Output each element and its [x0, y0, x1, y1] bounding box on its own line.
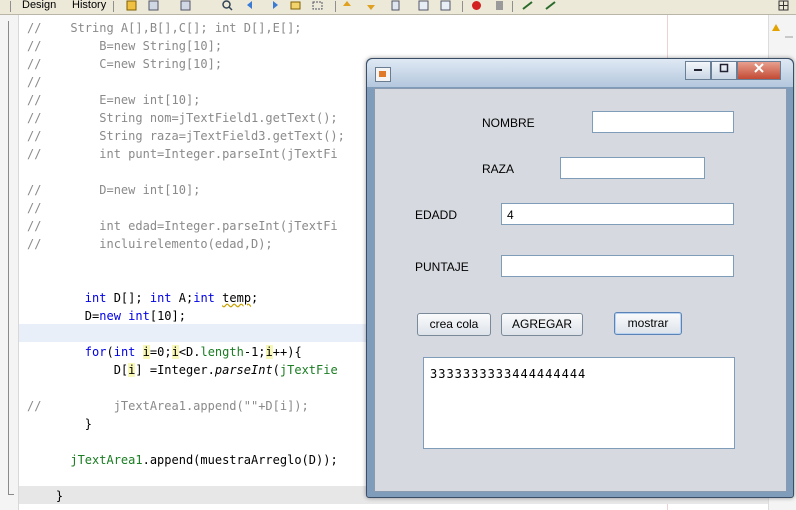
find-next-icon[interactable] [268, 0, 279, 11]
stripe-mark[interactable] [785, 36, 793, 38]
toggle-highlight-icon[interactable] [290, 0, 301, 11]
toolbar-separator [10, 1, 11, 12]
code-line: // String raza=jTextField3.getText(); [27, 129, 345, 143]
commented-code-block: // String A[],B[],C[]; int D[],E[]; // B… [27, 19, 345, 253]
close-icon [754, 63, 764, 73]
active-code-block: int D[]; int A;int temp; D=new int[10]; … [27, 289, 338, 505]
code-line: // D=new int[10]; [27, 183, 201, 197]
code-line: // C=new String[10]; [27, 57, 223, 71]
code-line: } [27, 489, 64, 503]
toolbar-separator [113, 1, 114, 12]
split-icon[interactable] [778, 0, 789, 11]
code-line: // String A[],B[],C[]; int D[],E[]; [27, 21, 302, 35]
code-line: // jTextArea1.append(""+D[i]); [27, 399, 309, 413]
java-app-icon[interactable] [375, 67, 391, 82]
back-icon[interactable] [126, 0, 137, 11]
stop-icon[interactable] [494, 0, 505, 11]
editor-gutter [0, 15, 19, 510]
close-button[interactable] [737, 61, 781, 80]
search-icon[interactable] [222, 0, 233, 11]
agregar-button[interactable]: AGREGAR [501, 313, 583, 336]
forward-icon[interactable] [148, 0, 159, 11]
code-line: jTextArea1.append(muestraArreglo(D)); [70, 453, 338, 467]
code-line: // E=new int[10]; [27, 93, 201, 107]
code-line: // [27, 75, 42, 89]
code-line: // int edad=Integer.parseInt(jTextFi [27, 219, 338, 233]
fold-guide [8, 21, 9, 495]
warning-icon[interactable] [772, 24, 780, 31]
output-textarea[interactable]: 3333333333444444444 [423, 357, 735, 449]
maximize-icon [719, 63, 729, 73]
toolbar-separator [462, 1, 463, 12]
code-line: // String nom=jTextField1.getText(); [27, 111, 338, 125]
comment-icon[interactable] [522, 0, 533, 11]
code-line: D[i] =Integer.parseInt(jTextFie [27, 363, 338, 377]
record-icon[interactable] [471, 0, 482, 11]
app-window: NOMBRE RAZA EDADD 4 PUNTAJE crea cola AG… [366, 58, 794, 498]
fold-guide-end [8, 494, 14, 495]
editor-toolbar: Design History [0, 0, 796, 15]
window-titlebar[interactable] [367, 59, 793, 87]
edad-field[interactable]: 4 [501, 203, 734, 225]
bookmark-icon[interactable] [390, 0, 401, 11]
toggle-selection-icon[interactable] [312, 0, 323, 11]
code-line: D=new int[10]; [27, 309, 186, 323]
code-line: } [27, 417, 93, 431]
puntaje-label: PUNTAJE [415, 260, 469, 274]
tab-history[interactable]: History [72, 0, 106, 12]
shift-right-icon[interactable] [366, 0, 377, 11]
raza-field[interactable] [560, 157, 705, 179]
toolbar-separator [512, 1, 513, 12]
form-panel: NOMBRE RAZA EDADD 4 PUNTAJE crea cola AG… [374, 88, 787, 492]
find-previous-icon[interactable] [246, 0, 257, 11]
tab-design[interactable]: Design [22, 0, 56, 12]
code-line: // int punt=Integer.parseInt(jTextFi [27, 147, 338, 161]
macro-stop-icon[interactable] [440, 0, 451, 11]
code-line: for(int i=0;i<D.length-1;i++){ [84, 345, 302, 359]
last-edit-icon[interactable] [180, 0, 191, 11]
crea-cola-button[interactable]: crea cola [417, 313, 491, 336]
maximize-button[interactable] [711, 61, 737, 80]
nombre-field[interactable] [592, 111, 734, 133]
uncomment-icon[interactable] [545, 0, 556, 11]
code-line: // incluirelemento(edad,D); [27, 237, 273, 251]
puntaje-field[interactable] [501, 255, 734, 277]
code-line: int D[]; int A;int temp; [84, 291, 259, 305]
mostrar-button[interactable]: mostrar [614, 312, 682, 335]
nombre-label: NOMBRE [482, 116, 535, 130]
code-line: // B=new String[10]; [27, 39, 223, 53]
edad-label: EDADD [415, 208, 458, 222]
minimize-icon [694, 69, 702, 71]
raza-label: RAZA [482, 162, 515, 176]
toolbar-separator [335, 1, 336, 12]
code-line: // [27, 201, 42, 215]
shift-left-icon[interactable] [342, 0, 353, 11]
macro-start-icon[interactable] [418, 0, 429, 11]
minimize-button[interactable] [685, 61, 711, 80]
